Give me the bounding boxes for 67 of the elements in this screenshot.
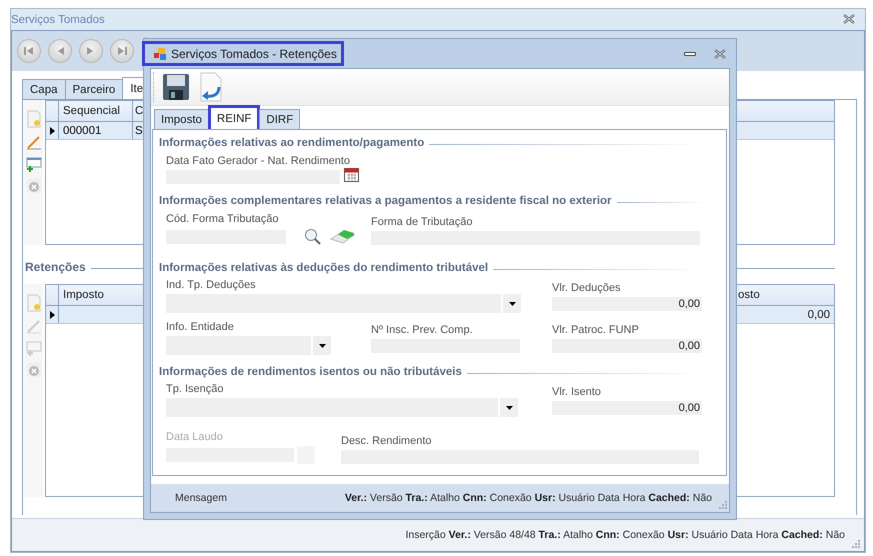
save-button[interactable] bbox=[160, 73, 192, 101]
calendar-icon[interactable] bbox=[344, 166, 359, 182]
delete-icon[interactable] bbox=[26, 362, 42, 378]
field-label: Vlr. Patroc. FUNP bbox=[552, 324, 640, 336]
new-document-icon[interactable] bbox=[26, 294, 42, 312]
section-title: Informações relativas às deduções do rendimento tributável bbox=[159, 262, 488, 274]
column-header: Imposto bbox=[63, 289, 104, 301]
first-icon bbox=[23, 45, 35, 57]
dropdown-field[interactable] bbox=[166, 398, 518, 417]
dropdown-field[interactable] bbox=[166, 294, 521, 313]
window-title: Serviços Tomados bbox=[11, 14, 105, 26]
field-label: Info. Entidade bbox=[166, 321, 235, 333]
section-title: Informações de rendimentos isentos ou não tributáveis bbox=[159, 366, 462, 378]
field-label: Data Fato Gerador - Nat. Rendimento bbox=[166, 155, 352, 167]
tab[interactable]: Imposto bbox=[154, 109, 209, 129]
field-label: Nº Insc. Prev. Comp. bbox=[371, 324, 474, 336]
table-cell: 000001 bbox=[59, 122, 133, 139]
input-field[interactable]: 0,00 bbox=[552, 339, 702, 353]
field-label: Vlr. Deduções bbox=[552, 282, 622, 294]
status-text: Ver.: Versão Tra.: Atalho Cnn: Conexão Usr: Usuário Data Hora Cached: Não bbox=[344, 492, 712, 504]
tab[interactable]: DIRF bbox=[259, 109, 300, 129]
document-arrow-icon bbox=[199, 72, 223, 102]
column-header: Sequencial bbox=[59, 101, 133, 121]
message-label: Mensagem bbox=[175, 492, 228, 504]
resize-grip-icon[interactable] bbox=[718, 500, 727, 509]
field-label: Forma de Tributação bbox=[371, 216, 474, 228]
field-label: Tp. Isenção bbox=[166, 383, 224, 395]
minimize-icon[interactable] bbox=[684, 50, 696, 56]
search-icon[interactable] bbox=[304, 228, 321, 245]
table-cell: S bbox=[135, 124, 143, 136]
add-row-icon[interactable] bbox=[26, 340, 42, 356]
status-text: Inserção Ver.: Versão 48/48 Tra.: Atalho Cnn: Conexão Usr: Usuário Data Hora Cached: Não bbox=[405, 529, 845, 541]
tab[interactable]: Capa bbox=[22, 79, 66, 99]
field-label: Cód. Forma Tributação bbox=[166, 213, 280, 225]
field-label: Ind. Tp. Deduções bbox=[166, 279, 257, 291]
tab[interactable]: Parceiro bbox=[64, 79, 124, 99]
close-icon[interactable] bbox=[714, 48, 726, 58]
section-title: Informações complementares relativas a pagamentos a residente fiscal no exterior bbox=[159, 195, 612, 207]
pencil-icon[interactable] bbox=[26, 318, 42, 334]
tab[interactable]: REINF bbox=[208, 105, 260, 129]
eraser-icon[interactable] bbox=[330, 228, 355, 244]
resize-grip-icon[interactable] bbox=[851, 539, 860, 548]
field-label: Vlr. Isento bbox=[552, 386, 602, 398]
input-field[interactable]: 0,00 bbox=[552, 401, 702, 415]
dropdown-field[interactable] bbox=[166, 336, 331, 355]
column-header: osto bbox=[738, 289, 760, 301]
column-header: C bbox=[135, 105, 144, 117]
dialog-title: Serviços Tomados - Retenções bbox=[142, 41, 344, 66]
group-title: Retenções bbox=[25, 260, 86, 274]
window-icon bbox=[153, 46, 167, 60]
delete-icon[interactable] bbox=[26, 178, 42, 194]
pencil-icon[interactable] bbox=[26, 134, 42, 150]
input-field[interactable]: 0,00 bbox=[552, 297, 702, 311]
caret-icon bbox=[318, 344, 326, 348]
close-icon[interactable] bbox=[843, 14, 855, 24]
next-button[interactable] bbox=[79, 39, 103, 63]
field-label: Desc. Rendimento bbox=[341, 435, 432, 447]
last-button[interactable] bbox=[110, 39, 134, 63]
table-cell: 0,00 bbox=[808, 308, 830, 320]
field-label: Data Laudo bbox=[166, 431, 224, 443]
caret-icon bbox=[506, 406, 512, 410]
new-document-icon[interactable] bbox=[26, 110, 42, 128]
last-icon bbox=[116, 45, 128, 57]
add-row-icon[interactable] bbox=[26, 156, 42, 172]
previous-button[interactable] bbox=[48, 39, 72, 63]
section-title: Informações relativas ao rendimento/pagamento bbox=[159, 137, 424, 149]
first-button[interactable] bbox=[17, 39, 41, 63]
